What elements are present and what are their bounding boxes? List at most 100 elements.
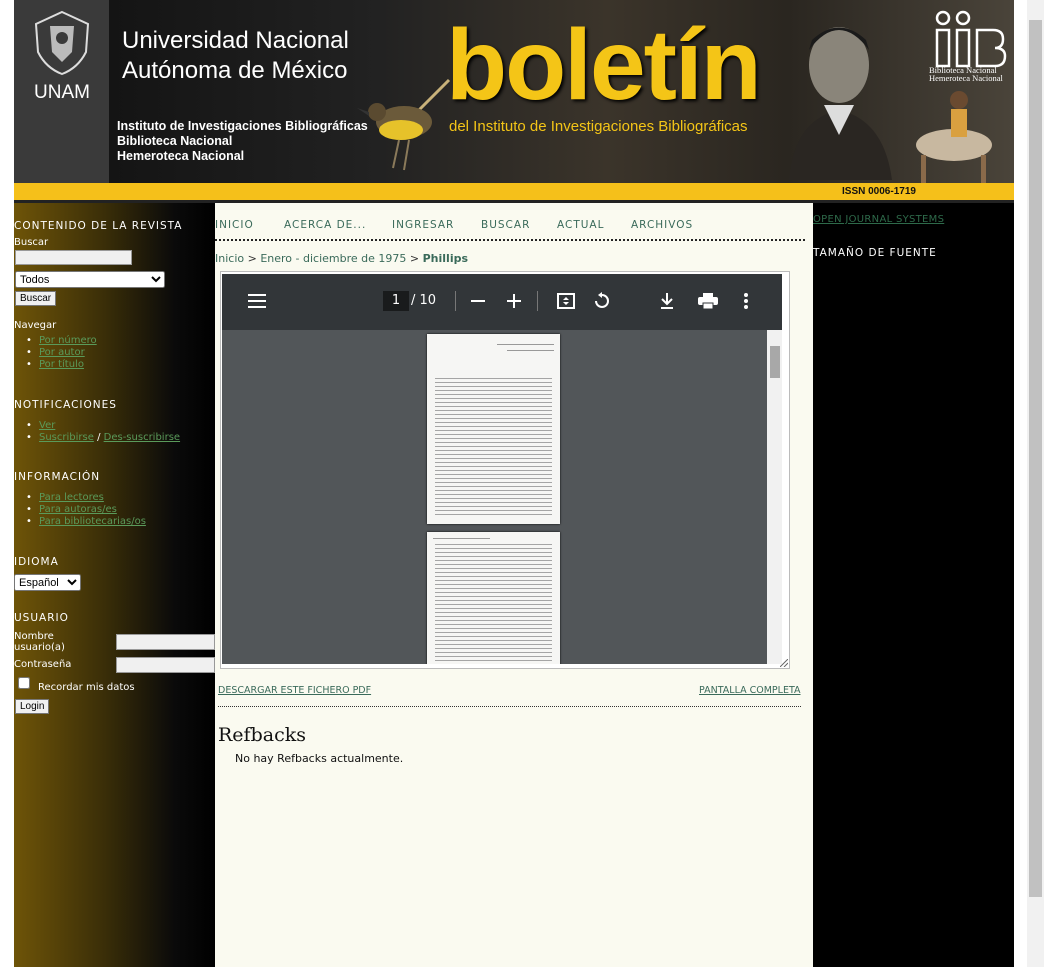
refbacks-text: No hay Refbacks actualmente. <box>235 752 404 765</box>
page: UNAM Universidad Nacional Autónoma de Mé… <box>14 0 1014 967</box>
journal-subtitle: del Instituto de Investigaciones Bibliog… <box>449 118 748 135</box>
librarians-link[interactable]: Para bibliotecarias/os <box>39 516 146 527</box>
pdf-page-1 <box>427 334 560 524</box>
page-total: / 10 <box>411 293 437 308</box>
username-input[interactable] <box>116 634 215 650</box>
pdf-page-2 <box>427 532 560 664</box>
info-list: Para lectores Para autoras/es Para bibli… <box>14 492 146 528</box>
authors-link[interactable]: Para autoras/es <box>39 504 117 515</box>
list-item: Por título <box>14 359 97 371</box>
right-sidebar: OPEN JOURNAL SYSTEMS TAMAÑO DE FUENTE <box>813 203 1014 967</box>
zoom-out-icon[interactable] <box>471 294 485 308</box>
resize-handle-icon[interactable] <box>780 659 788 667</box>
university-name: Universidad Nacional Autónoma de México <box>122 26 349 86</box>
menu-icon[interactable] <box>248 294 266 308</box>
search-input[interactable] <box>15 250 132 265</box>
more-options-icon[interactable] <box>744 293 748 309</box>
idioma-heading: IDIOMA <box>14 556 59 568</box>
contenido-heading: CONTENIDO DE LA REVISTA <box>14 220 183 232</box>
navegar-label: Navegar <box>14 320 57 331</box>
breadcrumb-issue[interactable]: Enero - diciembre de 1975 <box>260 252 406 265</box>
download-pdf-link[interactable]: DESCARGAR ESTE FICHERO PDF <box>218 685 371 696</box>
browse-list: Por número Por autor Por título <box>14 335 97 371</box>
pdf-pages[interactable] <box>222 330 782 664</box>
list-item: Por autor <box>14 347 97 359</box>
portrait-illustration-icon <box>789 27 892 180</box>
nav-acerca[interactable]: ACERCA DE... <box>284 219 366 231</box>
pdf-scrollbar[interactable] <box>767 330 782 664</box>
separator: / <box>97 432 101 443</box>
iib-line-2: Hemeroteca Nacional <box>929 73 1003 83</box>
browse-by-title-link[interactable]: Por título <box>39 359 84 370</box>
usuario-heading: USUARIO <box>14 612 69 624</box>
browser-scroll-thumb[interactable] <box>1029 20 1042 897</box>
institute-line-2: Biblioteca Nacional <box>117 134 233 148</box>
password-input[interactable] <box>116 657 215 673</box>
pdf-toolbar: 1 / 10 <box>222 274 782 330</box>
list-item: Suscribirse / Des-suscribirse <box>14 432 180 444</box>
refbacks-heading: Refbacks <box>218 724 306 746</box>
list-item: Para bibliotecarias/os <box>14 516 146 528</box>
divider <box>218 706 801 707</box>
list-item: Para autoras/es <box>14 504 146 516</box>
list-item: Por número <box>14 335 97 347</box>
username-label: Nombre usuario(a) <box>14 631 65 653</box>
remember-checkbox[interactable] <box>18 677 30 689</box>
print-icon[interactable] <box>698 293 718 309</box>
buscar-button[interactable]: Buscar <box>15 291 57 306</box>
breadcrumb: Inicio > Enero - diciembre de 1975 > Phi… <box>215 252 468 265</box>
page-number-input[interactable]: 1 <box>383 291 409 311</box>
list-item: Para lectores <box>14 492 146 504</box>
scroll-thumb[interactable] <box>770 346 780 378</box>
zoom-in-icon[interactable] <box>507 294 521 308</box>
list-item: Ver <box>14 420 180 432</box>
fullscreen-link[interactable]: PANTALLA COMPLETA <box>699 685 801 696</box>
notificaciones-heading: NOTIFICACIONES <box>14 399 117 411</box>
remember-label: Recordar mis datos <box>38 682 135 693</box>
main-content: INICIO ACERCA DE... INGRESAR BUSCAR ACTU… <box>215 203 813 967</box>
rider-illustration-icon <box>911 91 999 187</box>
ver-link[interactable]: Ver <box>39 420 55 431</box>
rotate-icon[interactable] <box>593 292 611 310</box>
breadcrumb-current: Phillips <box>422 252 469 265</box>
journal-title: boletín <box>446 9 762 121</box>
unam-label: UNAM <box>34 82 90 103</box>
left-sidebar: CONTENIDO DE LA REVISTA Buscar Todos Bus… <box>14 203 215 967</box>
browse-by-issue-link[interactable]: Por número <box>39 335 97 346</box>
search-scope-select[interactable]: Todos <box>15 271 165 288</box>
login-button[interactable]: Login <box>15 699 50 714</box>
subscribe-link[interactable]: Suscribirse <box>39 432 94 443</box>
unsubscribe-link[interactable]: Des-suscribirse <box>104 432 180 443</box>
issn-label: ISSN 0006-1719 <box>842 186 916 197</box>
top-nav: INICIO ACERCA DE... INGRESAR BUSCAR ACTU… <box>215 219 805 241</box>
toolbar-divider <box>537 291 538 311</box>
pdf-viewer[interactable]: 1 / 10 <box>220 271 790 669</box>
nav-actual[interactable]: ACTUAL <box>557 219 604 231</box>
breadcrumb-separator: > <box>247 252 257 265</box>
nav-inicio[interactable]: INICIO <box>215 219 254 231</box>
text-line <box>433 538 490 539</box>
page-text-block <box>435 544 552 664</box>
unam-seal-icon <box>34 10 90 76</box>
site-header: UNAM Universidad Nacional Autónoma de Mé… <box>14 0 1014 203</box>
page-text-block <box>435 378 552 518</box>
university-line-2: Autónoma de México <box>122 57 348 84</box>
breadcrumb-home[interactable]: Inicio <box>215 252 244 265</box>
nav-buscar[interactable]: BUSCAR <box>481 219 530 231</box>
toolbar-divider <box>455 291 456 311</box>
browse-by-author-link[interactable]: Por autor <box>39 347 85 358</box>
institute-line-3: Hemeroteca Nacional <box>117 149 245 163</box>
ojs-link[interactable]: OPEN JOURNAL SYSTEMS <box>813 214 944 225</box>
nav-archivos[interactable]: ARCHIVOS <box>631 219 693 231</box>
notifications-list: Ver Suscribirse / Des-suscribirse <box>14 420 180 444</box>
text-line <box>507 350 554 351</box>
nav-ingresar[interactable]: INGRESAR <box>392 219 454 231</box>
fit-page-icon[interactable] <box>557 293 575 309</box>
breadcrumb-separator: > <box>409 252 420 265</box>
institute-block: Instituto de Investigaciones Bibliográfi… <box>117 119 368 164</box>
download-icon[interactable] <box>660 292 674 310</box>
readers-link[interactable]: Para lectores <box>39 492 104 503</box>
text-line <box>497 344 554 345</box>
informacion-heading: INFORMACIÓN <box>14 471 101 483</box>
language-select[interactable]: Español <box>14 574 81 591</box>
